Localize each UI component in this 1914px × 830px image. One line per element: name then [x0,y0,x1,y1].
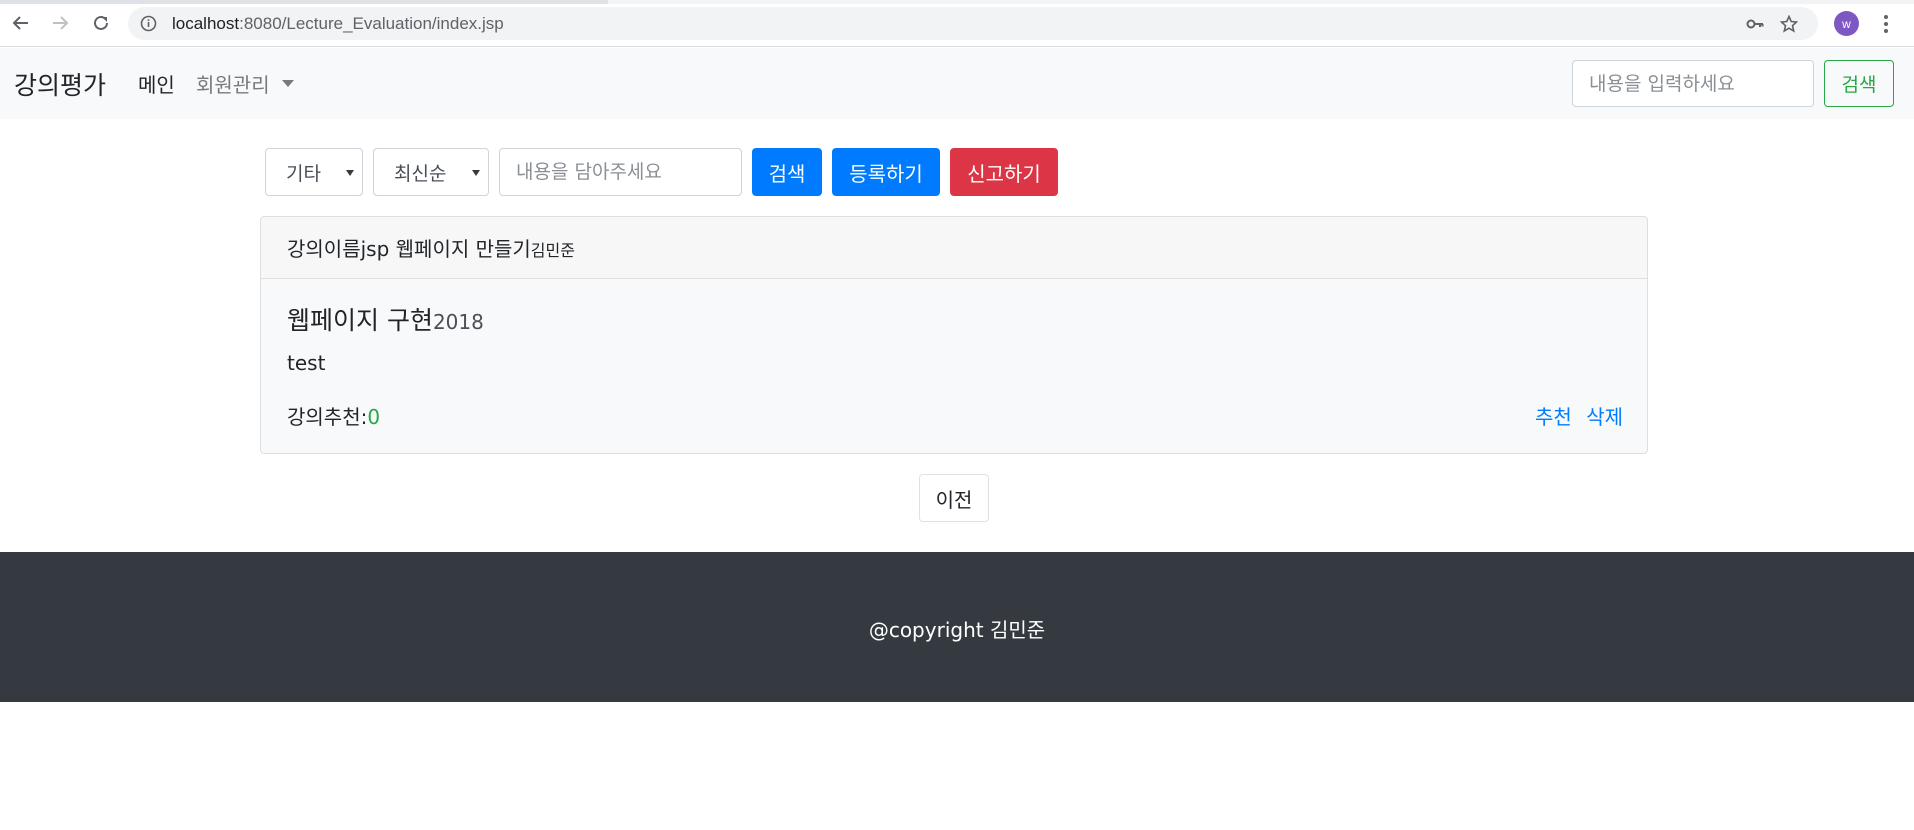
address-bar[interactable]: localhost:8080/Lecture_Evaluation/index.… [128,7,1818,40]
search-input[interactable] [499,148,742,196]
card-header-title: 강의이름jsp 웹페이지 만들기김민준 [287,233,575,262]
evaluation-card: 강의이름jsp 웹페이지 만들기김민준 웹페이지 구현2018 test 강의추… [260,216,1648,454]
card-actions: 추천 삭제 [1535,401,1623,430]
nav-dropdown-label: 회원관리 [196,73,270,97]
url-text[interactable]: localhost:8080/Lecture_Evaluation/index.… [172,14,504,34]
reload-icon[interactable] [88,10,114,36]
star-icon[interactable] [1780,15,1798,33]
professor-name: 김민준 [530,241,575,260]
report-button[interactable]: 신고하기 [950,148,1058,196]
sort-select-value: 최신순 [394,162,447,185]
active-tab-indicator [0,0,608,4]
site-navbar: 강의평가 메인 회원관리 검색 [0,48,1914,119]
lecture-year: 2018 [432,310,484,334]
back-arrow-icon[interactable] [8,10,34,36]
category-select[interactable]: 기타 [265,148,363,196]
site-footer: @copyright 김민준 [0,552,1914,702]
key-icon[interactable] [1746,15,1764,33]
lecture-name-label: 강의이름 [287,237,361,261]
sort-select[interactable]: 최신순 [373,148,489,196]
register-button[interactable]: 등록하기 [832,148,940,196]
caret-down-icon [281,80,294,87]
nav-link-main[interactable]: 메인 [138,69,175,98]
profile-avatar[interactable]: w [1834,11,1859,36]
search-button[interactable]: 검색 [752,148,822,196]
nav-dropdown-member[interactable]: 회원관리 [196,69,294,98]
navbar-search-button[interactable]: 검색 [1824,60,1894,107]
copyright-text: @copyright 김민준 [868,618,1046,642]
recommend-info: 강의추천:0 [287,401,380,430]
navbar-search-input[interactable] [1572,60,1814,107]
category-select-value: 기타 [286,162,321,185]
delete-link[interactable]: 삭제 [1586,405,1623,429]
card-header: 강의이름jsp 웹페이지 만들기김민준 [261,217,1647,279]
info-icon[interactable] [140,15,157,32]
evaluation-title-text: 웹페이지 구현 [287,306,433,335]
forward-arrow-icon[interactable] [47,10,73,36]
prev-page-button[interactable]: 이전 [919,474,989,522]
url-path: :8080/Lecture_Evaluation/index.jsp [239,14,504,33]
recommend-label: 강의추천: [287,405,368,429]
kebab-menu-icon[interactable] [1876,12,1896,36]
recommend-link[interactable]: 추천 [1535,405,1572,429]
select-arrow-icon [346,170,354,176]
brand-link[interactable]: 강의평가 [14,66,106,102]
evaluation-title: 웹페이지 구현2018 [287,301,484,337]
tab-strip [0,0,1914,4]
url-host: localhost [172,14,240,33]
lecture-name: jsp 웹페이지 만들기 [360,237,531,261]
select-arrow-icon [472,170,480,176]
browser-toolbar: localhost:8080/Lecture_Evaluation/index.… [0,0,1914,47]
recommend-count: 0 [367,405,381,429]
evaluation-content: test [287,351,326,375]
